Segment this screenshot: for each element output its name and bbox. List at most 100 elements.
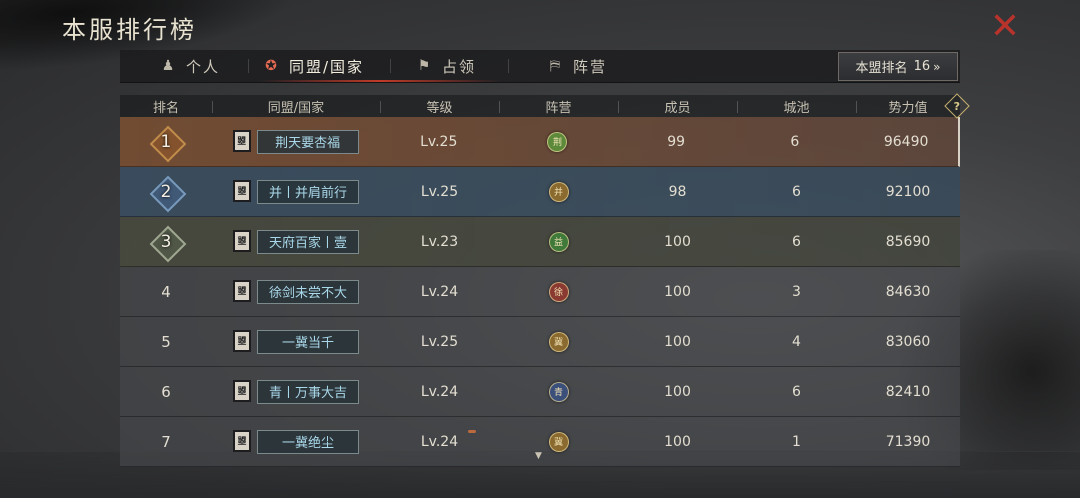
camp-cell: 冀 <box>499 431 618 452</box>
members-cell: 98 <box>668 183 687 200</box>
level-cell: Lv.24 <box>420 383 459 400</box>
header-camp[interactable]: 阵营 <box>499 97 618 116</box>
power-cell: 85690 <box>885 233 931 250</box>
person-chess-icon: ♟ <box>161 58 177 74</box>
alliance-cell: 曌 徐剑未尝不大 <box>212 279 380 304</box>
scroll-down-icon[interactable]: ▼ <box>535 451 542 461</box>
silver-medal-icon: 2 <box>151 179 181 205</box>
camp-badge-icon: 青 <box>548 381 569 402</box>
level-cell: Lv.25 <box>420 183 459 200</box>
close-icon: ✕ <box>989 6 1021 47</box>
power-cell: 92100 <box>885 183 931 200</box>
alliance-flag-icon: 曌 <box>233 229 251 252</box>
members-cell: 99 <box>667 133 686 150</box>
camp-badge-icon: 冀 <box>548 331 569 352</box>
alliance-flag-icon: 曌 <box>233 279 251 302</box>
tab-bar: ♟ 个人 ✪ 同盟/国家 ⚑ 占领 ⛿ 阵营 本盟排名 16 » <box>120 50 960 83</box>
tab-faction[interactable]: ⛿ 阵营 <box>547 50 607 82</box>
level-cell: Lv.25 <box>420 333 459 350</box>
camp-cell: 徐 <box>499 281 618 302</box>
rank-cell: 6 <box>161 382 171 401</box>
alliance-name[interactable]: 天府百家丨壹 <box>257 229 359 254</box>
members-cell: 100 <box>664 433 691 450</box>
camp-badge-icon: 荆 <box>547 131 568 152</box>
cities-cell: 6 <box>792 383 801 400</box>
alliance-flag-icon: 曌 <box>233 179 251 202</box>
level-cell: Lv.23 <box>420 233 459 250</box>
members-cell: 100 <box>664 383 691 400</box>
level-cell: Lv.24 <box>420 433 459 450</box>
cities-cell: 3 <box>792 283 801 300</box>
alliance-flag-icon: 曌 <box>233 429 251 452</box>
tab-divider <box>248 59 249 73</box>
alliance-flag-icon: 曌 <box>232 129 251 152</box>
power-cell: 71390 <box>885 433 931 450</box>
alliance-flag-icon: 曌 <box>233 379 251 402</box>
table-row[interactable]: 1 曌 荆天要杏福 Lv.25 荆 99 6 96490 <box>120 117 960 167</box>
alliance-cell: 曌 天府百家丨壹 <box>212 229 380 254</box>
table-row[interactable]: 3 曌 天府百家丨壹 Lv.23 益 100 6 85690 <box>120 217 960 267</box>
table-row[interactable]: 2 曌 并丨并肩前行 Lv.25 并 98 6 92100 <box>120 167 960 217</box>
flag-icon: ⚑ <box>417 58 433 74</box>
power-cell: 83060 <box>885 333 931 350</box>
tab-personal[interactable]: ♟ 个人 <box>160 50 220 82</box>
camp-badge-icon: 徐 <box>548 281 569 302</box>
rank-cell: 7 <box>161 432 171 451</box>
camp-cell: 益 <box>499 231 618 252</box>
active-tab-indicator <box>260 80 500 82</box>
camp-badge-icon: 并 <box>548 181 569 202</box>
cities-cell: 6 <box>792 233 801 250</box>
header-alliance[interactable]: 同盟/国家 <box>212 97 380 116</box>
rank-cell: 5 <box>161 332 171 351</box>
members-cell: 100 <box>664 333 691 350</box>
camp-badge-icon: 益 <box>548 231 569 252</box>
close-button[interactable]: ✕ <box>986 8 1024 46</box>
alliance-name[interactable]: 荆天要杏福 <box>256 129 359 154</box>
cities-cell: 6 <box>792 183 801 200</box>
alliance-name[interactable]: 一冀当千 <box>257 329 359 354</box>
power-cell: 82410 <box>885 383 931 400</box>
alliance-cell: 曌 并丨并肩前行 <box>212 179 380 204</box>
rank-cell: 3 <box>120 229 212 255</box>
ember-decoration <box>468 430 476 433</box>
header-members[interactable]: 成员 <box>618 97 737 116</box>
tab-divider <box>508 59 509 73</box>
alliance-name[interactable]: 青丨万事大吉 <box>257 379 359 404</box>
camp-cell: 冀 <box>499 331 618 352</box>
alliance-rank-button[interactable]: 本盟排名 16 » <box>838 52 958 81</box>
alliance-cell: 曌 一冀绝尘 <box>212 429 380 454</box>
cities-cell: 1 <box>792 433 801 450</box>
alliance-name[interactable]: 徐剑未尝不大 <box>257 279 359 304</box>
gold-medal-icon: 1 <box>151 129 181 155</box>
header-cities[interactable]: 城池 <box>737 97 856 116</box>
camp-cell: 荆 <box>498 131 617 152</box>
table-row[interactable]: 4 曌 徐剑未尝不大 Lv.24 徐 100 3 84630 <box>120 267 960 317</box>
cities-cell: 4 <box>792 333 801 350</box>
table-header: 排名 同盟/国家 等级 阵营 成员 城池 势力值 ? <box>120 93 970 119</box>
alliance-name[interactable]: 并丨并肩前行 <box>257 179 359 204</box>
members-cell: 100 <box>664 283 691 300</box>
table-row[interactable]: 5 曌 一冀当千 Lv.25 冀 100 4 83060 <box>120 317 960 367</box>
alliance-emblem-icon: ✪ <box>265 58 279 74</box>
level-cell: Lv.25 <box>420 133 458 150</box>
rank-cell: 1 <box>120 129 212 155</box>
camp-cell: 青 <box>499 381 618 402</box>
alliance-flag-icon: 曌 <box>233 329 251 352</box>
header-level[interactable]: 等级 <box>380 97 499 116</box>
tab-occupation[interactable]: ⚑ 占领 <box>416 50 476 82</box>
rank-cell: 2 <box>120 179 212 205</box>
alliance-name[interactable]: 一冀绝尘 <box>257 429 359 454</box>
ranking-table: 排名 同盟/国家 等级 阵营 成员 城池 势力值 ? 1 曌 荆天要杏福 Lv.… <box>120 93 970 467</box>
alliance-cell: 曌 青丨万事大吉 <box>212 379 380 404</box>
table-row[interactable]: 6 曌 青丨万事大吉 Lv.24 青 100 6 82410 <box>120 367 960 417</box>
bronze-medal-icon: 3 <box>151 229 181 255</box>
camp-badge-icon: 冀 <box>548 431 569 452</box>
tab-alliance-nation[interactable]: ✪ 同盟/国家 <box>263 50 364 82</box>
header-rank[interactable]: 排名 <box>120 97 212 116</box>
camp-cell: 并 <box>499 181 618 202</box>
page-title: 本服排行榜 <box>62 16 197 44</box>
rank-cell: 4 <box>161 282 171 301</box>
power-cell: 84630 <box>885 283 931 300</box>
banner-icon: ⛿ <box>549 58 563 74</box>
members-cell: 100 <box>664 233 691 250</box>
